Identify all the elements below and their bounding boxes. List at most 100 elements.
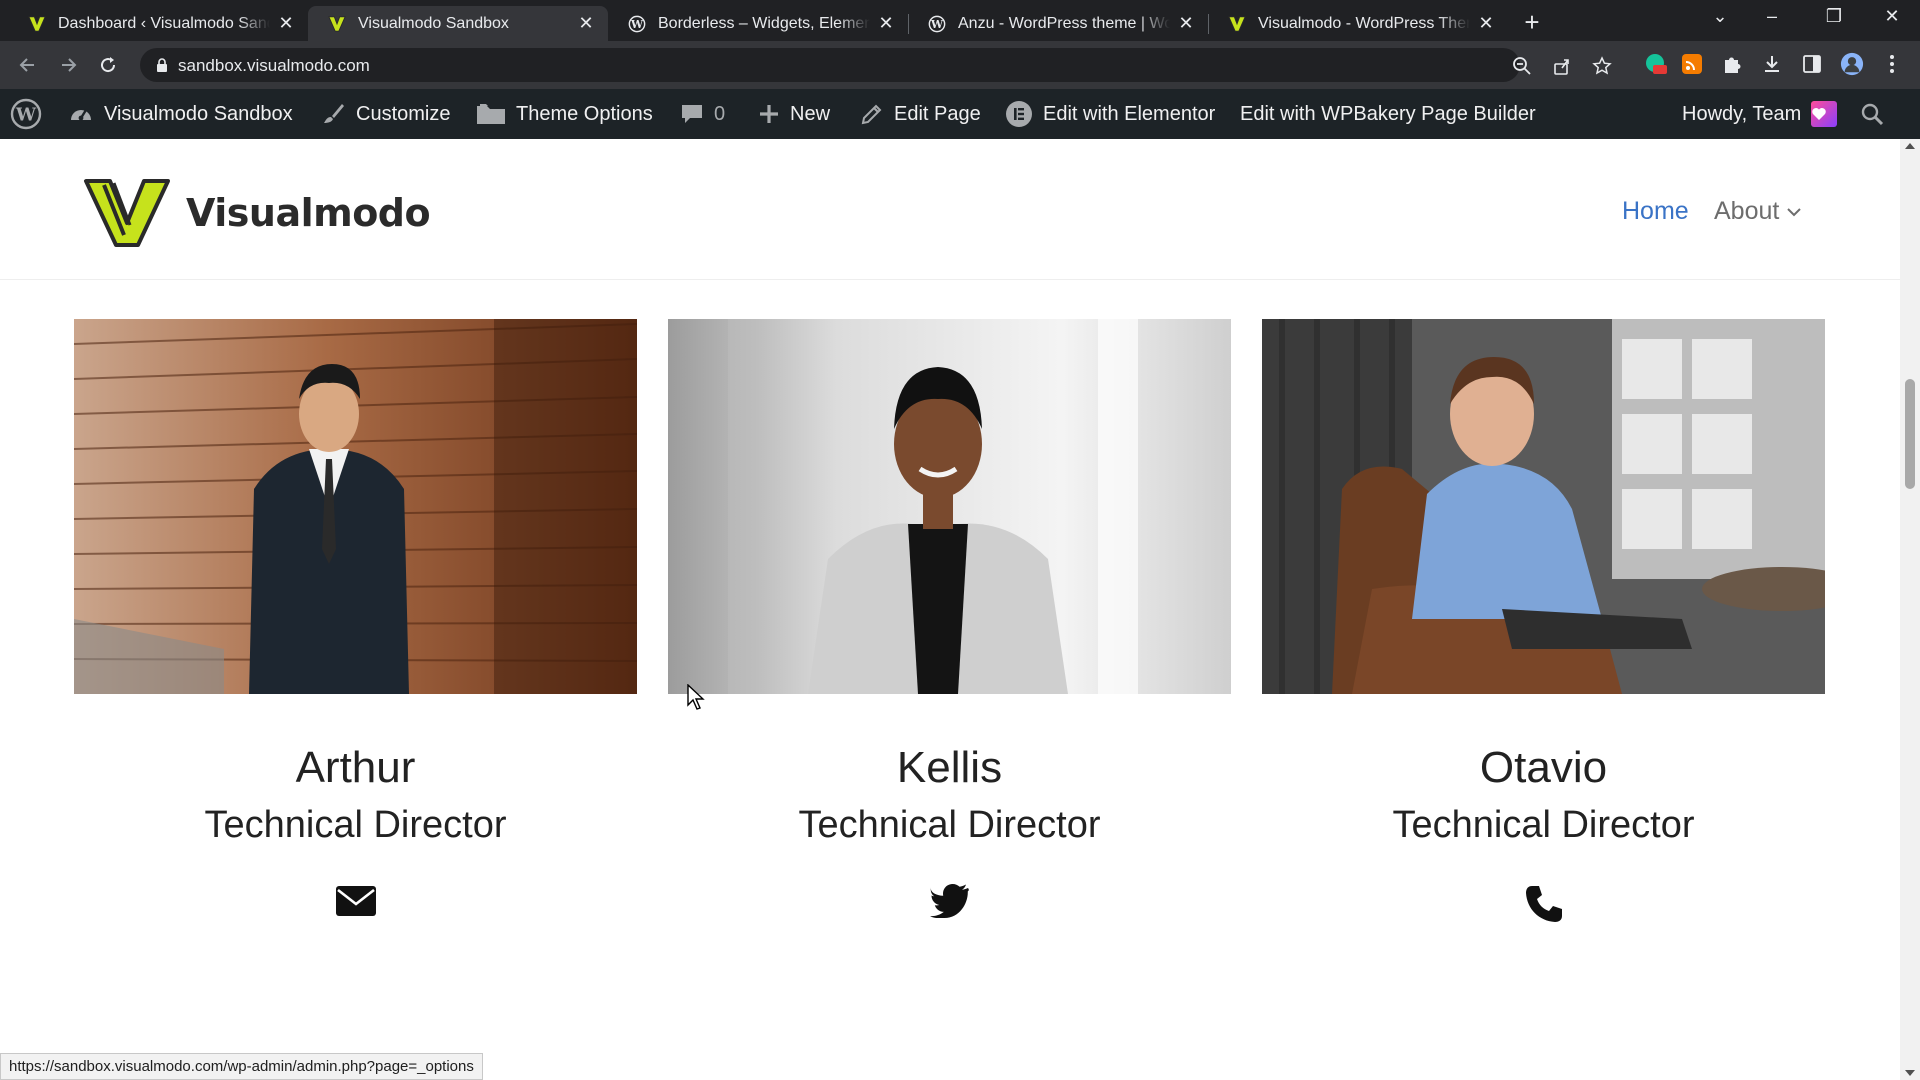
address-bar[interactable]: sandbox.visualmodo.com — [140, 48, 1612, 82]
theme-options-link[interactable]: Theme Options — [476, 89, 653, 139]
chevron-down-icon — [1787, 207, 1802, 216]
browser-toolbar: sandbox.visualmodo.com — [0, 41, 1920, 89]
member-photo — [668, 319, 1231, 694]
avatar — [1811, 101, 1838, 127]
new-content-link[interactable]: New — [758, 89, 830, 139]
tab-title: Borderless – Widgets, Elements, Template… — [658, 14, 870, 32]
edit-elementor-label: Edit with Elementor — [1043, 102, 1216, 125]
dashboard-gauge-icon — [71, 109, 91, 121]
member-photo — [74, 319, 637, 694]
visualmodo-icon — [1228, 15, 1246, 33]
member-role: Technical Director — [204, 804, 507, 846]
twitter-icon[interactable] — [668, 884, 1231, 918]
tab-title: Dashboard ‹ Visualmodo Sandbox — [58, 14, 270, 32]
member-name: Kellis — [896, 743, 1003, 792]
star-icon[interactable] — [1592, 56, 1612, 76]
grammarly-icon[interactable] — [1643, 52, 1667, 76]
paintbrush-icon — [324, 104, 344, 123]
team-member-card: Arthur Technical Director — [74, 319, 637, 916]
customize-link[interactable]: Customize — [322, 89, 450, 139]
close-icon[interactable]: ✕ — [576, 13, 596, 34]
page-scrollbar[interactable] — [1900, 139, 1920, 1080]
member-name: Otavio — [1479, 743, 1608, 792]
close-icon[interactable]: ✕ — [276, 13, 296, 34]
forward-icon[interactable] — [54, 51, 82, 79]
share-icon[interactable] — [1552, 56, 1572, 76]
tab-search-icon[interactable]: ⌄ — [1700, 6, 1740, 27]
visualmodo-icon — [328, 15, 346, 33]
member-name: Arthur — [295, 743, 416, 792]
customize-label: Customize — [356, 102, 451, 125]
rss-extension-icon[interactable] — [1680, 52, 1704, 76]
scroll-down-arrow-icon[interactable] — [1905, 1070, 1915, 1076]
account-menu[interactable]: Howdy, Team — [1682, 89, 1838, 139]
member-photo — [1262, 319, 1825, 694]
close-icon[interactable]: ✕ — [876, 13, 896, 34]
admin-site-name[interactable]: Visualmodo Sandbox — [68, 89, 293, 139]
zoom-icon[interactable] — [1512, 56, 1532, 76]
heart-icon — [1812, 108, 1827, 120]
minimize-icon[interactable]: – — [1752, 6, 1792, 27]
howdy-label: Howdy, Team — [1682, 102, 1802, 125]
download-icon[interactable] — [1760, 52, 1784, 76]
scroll-up-arrow-icon[interactable] — [1905, 143, 1915, 149]
browser-tab-sandbox[interactable]: Visualmodo Sandbox ✕ — [308, 6, 608, 41]
wordpress-icon: W — [628, 15, 646, 33]
comments-count: 0 — [714, 102, 726, 125]
lock-icon — [156, 57, 168, 78]
comments-link[interactable]: 0 — [680, 89, 725, 139]
browser-tab-borderless[interactable]: W Borderless – Widgets, Elements, Templa… — [608, 6, 908, 41]
elementor-icon — [1006, 101, 1032, 127]
nav-about[interactable]: About — [1714, 197, 1803, 226]
theme-options-label: Theme Options — [516, 102, 653, 125]
svg-text:W: W — [15, 105, 37, 126]
nav-about-label: About — [1714, 197, 1780, 225]
phone-icon[interactable] — [1262, 884, 1825, 924]
new-tab-button[interactable]: + — [1518, 8, 1546, 36]
comment-bubble-icon — [682, 105, 702, 123]
back-icon[interactable] — [14, 51, 42, 79]
tab-title: Visualmodo - WordPress Themes — [1258, 14, 1470, 32]
site-header: Visualmodo Home About — [0, 139, 1900, 280]
page-viewport: Visualmodo Home About Arthur Technical D… — [0, 139, 1900, 1080]
member-role: Technical Director — [798, 804, 1101, 846]
scrollbar-thumb[interactable] — [1905, 379, 1915, 489]
svg-text:W: W — [930, 18, 944, 31]
site-name-label: Visualmodo Sandbox — [104, 102, 293, 125]
reload-icon[interactable] — [94, 51, 122, 79]
mouse-cursor-icon — [687, 684, 705, 710]
close-icon[interactable]: ✕ — [1176, 13, 1196, 34]
svg-text:W: W — [630, 18, 644, 31]
wordpress-logo-icon[interactable]: W — [10, 89, 52, 139]
browser-tab-dashboard[interactable]: Dashboard ‹ Visualmodo Sandbox ✕ — [8, 6, 308, 41]
member-role: Technical Director — [1392, 804, 1695, 846]
folder-icon — [477, 104, 505, 124]
url-text: sandbox.visualmodo.com — [178, 56, 370, 75]
site-logo[interactable]: Visualmodo — [82, 173, 431, 253]
edit-page-link[interactable]: Edit Page — [860, 89, 981, 139]
envelope-icon[interactable] — [74, 884, 637, 918]
profile-avatar-icon[interactable] — [1840, 52, 1864, 76]
link-status-bar: https://sandbox.visualmodo.com/wp-admin/… — [0, 1053, 483, 1080]
browser-tab-strip: Dashboard ‹ Visualmodo Sandbox ✕ Visualm… — [0, 0, 1920, 41]
browser-menu-icon[interactable] — [1880, 52, 1904, 76]
restore-icon[interactable]: ❐ — [1814, 6, 1854, 27]
browser-tab-visualmodo-themes[interactable]: Visualmodo - WordPress Themes ✕ — [1208, 6, 1508, 41]
tab-title: Visualmodo Sandbox — [358, 14, 509, 32]
pencil-icon — [861, 104, 882, 125]
edit-elementor-link[interactable]: Edit with Elementor — [1005, 89, 1215, 139]
edit-wpbakery-link[interactable]: Edit with WPBakery Page Builder — [1240, 89, 1536, 139]
close-icon[interactable]: ✕ — [1476, 13, 1496, 34]
extensions-puzzle-icon[interactable] — [1720, 52, 1744, 76]
edit-page-label: Edit Page — [894, 102, 981, 125]
window-close-icon[interactable]: ✕ — [1872, 6, 1912, 27]
browser-tab-anzu[interactable]: W Anzu - WordPress theme | WordPress ✕ — [908, 6, 1208, 41]
wp-admin-bar: W Visualmodo Sandbox Customize Theme Opt… — [0, 89, 1920, 139]
visualmodo-icon — [28, 15, 46, 33]
plus-icon — [760, 105, 778, 123]
wordpress-icon: W — [928, 15, 946, 33]
side-panel-icon[interactable] — [1800, 52, 1824, 76]
edit-wpbakery-label: Edit with WPBakery Page Builder — [1240, 102, 1536, 125]
admin-search-icon[interactable] — [1860, 89, 1894, 139]
nav-home[interactable]: Home — [1622, 197, 1689, 226]
